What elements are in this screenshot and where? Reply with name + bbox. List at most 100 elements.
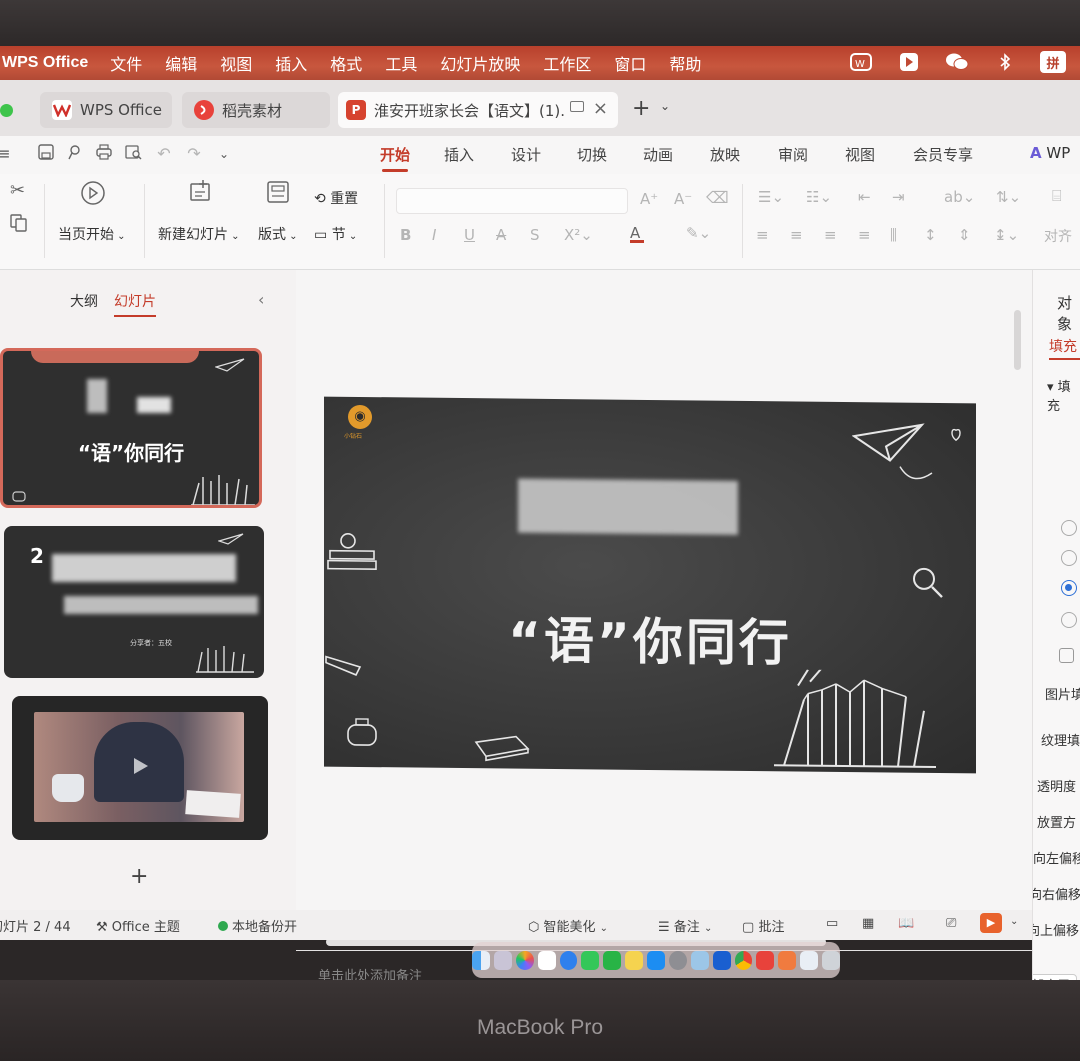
vertical-scrollbar[interactable] (1014, 310, 1021, 370)
fill-checkbox[interactable] (1059, 648, 1074, 663)
tab-outline[interactable]: 大纲 (70, 291, 98, 311)
menu-tools[interactable]: 工具 (385, 51, 417, 75)
notes-app-icon[interactable] (625, 950, 644, 970)
paragraph-spacing-icon[interactable]: ⇕ (958, 226, 971, 244)
menu-icon[interactable]: ≡ (0, 144, 14, 164)
notes-button[interactable]: ☰ 备注 ⌄ (658, 916, 712, 935)
smart-beautify-button[interactable]: ⬡ 智能美化 ⌄ (528, 916, 608, 935)
close-icon[interactable]: × (593, 98, 608, 119)
fill-option-radio[interactable] (1061, 550, 1077, 566)
theme-button[interactable]: ⚒ Office 主题 (96, 916, 180, 935)
menu-workspace[interactable]: 工作区 (543, 51, 591, 75)
preview-icon[interactable] (690, 950, 709, 970)
numbering-icon[interactable]: ☷⌄ (806, 188, 832, 206)
picture-fill-radio[interactable] (1061, 580, 1077, 596)
menu-format[interactable]: 格式 (330, 51, 362, 75)
tab-fill[interactable]: 填充 (1049, 336, 1080, 360)
highlight-icon[interactable]: ✎⌄ (686, 224, 711, 242)
collapse-panel-icon[interactable]: ‹ (258, 290, 264, 309)
tab-home[interactable]: 开始 (380, 144, 410, 172)
align-left-icon[interactable]: ≡ (756, 226, 769, 244)
cloud-icon[interactable] (800, 950, 819, 970)
underline-icon[interactable]: U (464, 226, 475, 244)
distribute-icon[interactable]: ⫼ (890, 226, 897, 244)
sort-icon[interactable]: ⇅⌄ (996, 188, 1021, 206)
tab-review[interactable]: 审阅 (778, 144, 808, 165)
indent-icon[interactable]: ⇥ (892, 188, 905, 206)
add-slide-icon[interactable]: + (130, 864, 148, 889)
tab-member[interactable]: 会员专享 (913, 144, 973, 165)
font-size-increase-icon[interactable]: A⁺ (640, 190, 658, 208)
bluetooth-icon[interactable] (992, 50, 1018, 74)
tab-slides[interactable]: 幻灯片 (114, 291, 156, 317)
messages-icon[interactable] (581, 950, 600, 970)
tab-active-document[interactable]: P 淮安开班家长会【语文】(1). × (338, 92, 618, 128)
chrome-icon[interactable] (734, 950, 753, 970)
menu-file[interactable]: 文件 (110, 51, 142, 75)
justify-icon[interactable]: ≡ (858, 226, 871, 244)
new-slide-icon[interactable] (188, 178, 214, 209)
align-button[interactable]: 对齐 (1044, 226, 1072, 246)
italic-icon[interactable]: I (432, 226, 436, 244)
launchpad-icon[interactable] (493, 950, 512, 970)
presenter-view-icon[interactable]: ⎚ (946, 916, 956, 931)
superscript-icon[interactable]: X²⌄ (564, 226, 593, 244)
play-from-current-button[interactable]: 当页开始 ⌄ (58, 224, 126, 244)
play-circle-icon[interactable] (80, 180, 106, 211)
print-icon[interactable] (94, 144, 114, 164)
tab-animation[interactable]: 动画 (643, 144, 673, 165)
layout-icon[interactable] (266, 180, 290, 209)
tab-view[interactable]: 视图 (845, 144, 875, 165)
chevron-down-icon[interactable]: ⌄ (660, 99, 670, 113)
align-center-icon[interactable]: ≡ (790, 226, 803, 244)
normal-view-icon[interactable]: ▭ (826, 916, 838, 931)
tab-transition[interactable]: 切换 (577, 144, 607, 165)
tab-design[interactable]: 设计 (511, 144, 541, 165)
text-shadow-icon[interactable]: S (530, 226, 540, 244)
facetime-icon[interactable] (603, 950, 622, 970)
slide-thumbnail-1[interactable]: “语”你同行 (0, 348, 262, 508)
safari-icon[interactable] (559, 950, 578, 970)
current-slide[interactable]: ◉ 小钻石 “语”你同行 (324, 396, 976, 774)
window-zoom-button[interactable] (0, 104, 13, 117)
wps-tray-icon[interactable]: W (848, 50, 874, 74)
fill-section[interactable]: ▾ 填充 (1047, 376, 1080, 414)
layout-button[interactable]: 版式 ⌄ (258, 224, 298, 244)
font-family-select[interactable] (396, 188, 628, 214)
reset-button[interactable]: ⟲ 重置 (314, 188, 358, 208)
bold-icon[interactable]: B (400, 226, 411, 244)
slide-thumbnail-3[interactable] (12, 696, 268, 840)
arrow-app-icon[interactable] (896, 50, 922, 74)
text-box-icon[interactable]: ⌸ (1052, 186, 1062, 206)
reading-view-icon[interactable]: 📖 (898, 916, 914, 931)
align-right-icon[interactable]: ≡ (824, 226, 837, 244)
input-method-icon[interactable]: 拼 (1040, 51, 1066, 73)
screen-icon[interactable] (570, 101, 584, 112)
redo-icon[interactable]: ↷ (184, 144, 204, 164)
strikethrough-icon[interactable]: A (496, 226, 506, 244)
wechat-icon[interactable] (944, 50, 970, 74)
backup-status[interactable]: 本地备份开 (218, 916, 297, 935)
fill-option-radio[interactable] (1061, 520, 1077, 536)
new-slide-button[interactable]: 新建幻灯片 ⌄ (158, 224, 240, 244)
outdent-icon[interactable]: ⇤ (858, 188, 871, 206)
export-icon[interactable] (64, 144, 84, 164)
calendar-icon[interactable] (537, 950, 556, 970)
tab-wps-office[interactable]: WPS Office (40, 92, 172, 128)
slide-title[interactable]: “语”你同行 (324, 599, 976, 678)
text-direction-icon[interactable]: ab⌄ (944, 188, 975, 206)
settings-icon[interactable] (668, 950, 687, 970)
menu-edit[interactable]: 编辑 (165, 51, 197, 75)
cut-icon[interactable]: ✂ (10, 180, 25, 201)
photos-icon[interactable] (515, 950, 534, 970)
slide-thumbnail-2[interactable]: 2 分享者：五校 (4, 526, 264, 678)
undo-icon[interactable]: ↶ (154, 144, 174, 164)
menu-help[interactable]: 帮助 (669, 51, 701, 75)
daoke-dock-icon[interactable] (778, 950, 797, 970)
app-store-icon[interactable] (647, 950, 665, 970)
tab-insert[interactable]: 插入 (444, 144, 474, 165)
trash-icon[interactable] (822, 950, 840, 970)
chevron-down-icon[interactable]: ⌄ (214, 144, 234, 164)
clear-format-icon[interactable]: ⌫ (706, 188, 729, 207)
play-slideshow-button[interactable]: ▶ (980, 913, 1002, 933)
